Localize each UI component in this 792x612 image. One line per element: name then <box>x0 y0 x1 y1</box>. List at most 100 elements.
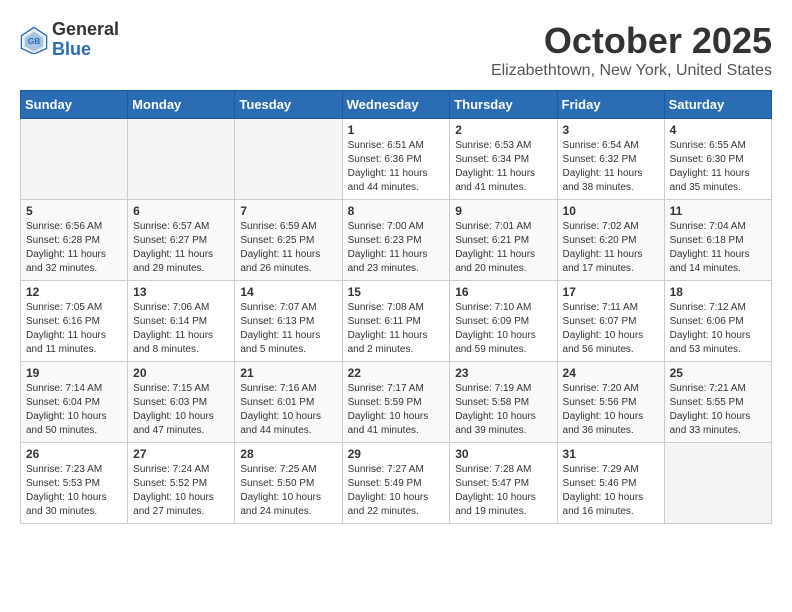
day-info: Sunrise: 7:23 AM Sunset: 5:53 PM Dayligh… <box>26 463 122 519</box>
calendar-cell: 11 Sunrise: 7:04 AM Sunset: 6:18 PM Dayli… <box>664 200 771 281</box>
day-number: 22 <box>348 366 445 380</box>
calendar-cell <box>664 443 771 524</box>
day-number: 11 <box>670 204 766 218</box>
day-info: Sunrise: 7:06 AM Sunset: 6:14 PM Dayligh… <box>133 301 229 357</box>
day-number: 13 <box>133 285 229 299</box>
calendar-cell <box>21 119 128 200</box>
day-number: 7 <box>240 204 336 218</box>
calendar-cell: 25Sunrise: 7:21 AM Sunset: 5:55 PM Dayli… <box>664 362 771 443</box>
day-number: 27 <box>133 447 229 461</box>
day-number: 10 <box>563 204 659 218</box>
day-info: Sunrise: 7:00 AM Sunset: 6:23 PM Dayligh… <box>348 220 445 276</box>
day-info: Sunrise: 7:05 AM Sunset: 6:16 PM Dayligh… <box>26 301 122 357</box>
day-number: 26 <box>26 447 122 461</box>
day-number: 24 <box>563 366 659 380</box>
day-number: 29 <box>348 447 445 461</box>
calendar-cell: 13 Sunrise: 7:06 AM Sunset: 6:14 PM Dayli… <box>128 281 235 362</box>
day-info: Sunrise: 7:01 AM Sunset: 6:21 PM Dayligh… <box>455 220 551 276</box>
day-header-wednesday: Wednesday <box>342 91 450 119</box>
day-info: Sunrise: 7:20 AM Sunset: 5:56 PM Dayligh… <box>563 382 659 438</box>
day-info: Sunrise: 6:54 AM Sunset: 6:32 PM Dayligh… <box>563 139 659 195</box>
calendar-cell: 1Sunrise: 6:51 AM Sunset: 6:36 PM Daylig… <box>342 119 450 200</box>
logo-blue: Blue <box>52 40 119 60</box>
calendar-cell: 28Sunrise: 7:25 AM Sunset: 5:50 PM Dayli… <box>235 443 342 524</box>
calendar-cell: 2 Sunrise: 6:53 AM Sunset: 6:34 PM Daylig… <box>450 119 557 200</box>
calendar-week-row: 1Sunrise: 6:51 AM Sunset: 6:36 PM Daylig… <box>21 119 772 200</box>
calendar-cell: 19 Sunrise: 7:14 AM Sunset: 6:04 PM Dayli… <box>21 362 128 443</box>
day-info: Sunrise: 7:15 AM Sunset: 6:03 PM Dayligh… <box>133 382 229 438</box>
calendar-cell: 8 Sunrise: 7:00 AM Sunset: 6:23 PM Daylig… <box>342 200 450 281</box>
calendar-cell: 29Sunrise: 7:27 AM Sunset: 5:49 PM Dayli… <box>342 443 450 524</box>
logo-icon: GB <box>20 26 48 54</box>
day-number: 23 <box>455 366 551 380</box>
calendar-cell: 10 Sunrise: 7:02 AM Sunset: 6:20 PM Dayli… <box>557 200 664 281</box>
day-info: Sunrise: 7:16 AM Sunset: 6:01 PM Dayligh… <box>240 382 336 438</box>
day-number: 31 <box>563 447 659 461</box>
day-number: 14 <box>240 285 336 299</box>
calendar-cell: 20Sunrise: 7:15 AM Sunset: 6:03 PM Dayli… <box>128 362 235 443</box>
calendar-cell: 17 Sunrise: 7:11 AM Sunset: 6:07 PM Dayli… <box>557 281 664 362</box>
day-info: Sunrise: 7:28 AM Sunset: 5:47 PM Dayligh… <box>455 463 551 519</box>
calendar-cell: 12 Sunrise: 7:05 AM Sunset: 6:16 PM Dayli… <box>21 281 128 362</box>
calendar-cell: 9Sunrise: 7:01 AM Sunset: 6:21 PM Daylig… <box>450 200 557 281</box>
calendar-cell: 21 Sunrise: 7:16 AM Sunset: 6:01 PM Dayli… <box>235 362 342 443</box>
day-header-monday: Monday <box>128 91 235 119</box>
day-info: Sunrise: 7:07 AM Sunset: 6:13 PM Dayligh… <box>240 301 336 357</box>
day-info: Sunrise: 6:53 AM Sunset: 6:34 PM Dayligh… <box>455 139 551 195</box>
day-number: 5 <box>26 204 122 218</box>
day-number: 17 <box>563 285 659 299</box>
day-number: 30 <box>455 447 551 461</box>
calendar-week-row: 26 Sunrise: 7:23 AM Sunset: 5:53 PM Dayli… <box>21 443 772 524</box>
day-info: Sunrise: 6:57 AM Sunset: 6:27 PM Dayligh… <box>133 220 229 276</box>
day-info: Sunrise: 6:55 AM Sunset: 6:30 PM Dayligh… <box>670 139 766 195</box>
day-info: Sunrise: 7:04 AM Sunset: 6:18 PM Dayligh… <box>670 220 766 276</box>
calendar-cell: 26 Sunrise: 7:23 AM Sunset: 5:53 PM Dayli… <box>21 443 128 524</box>
calendar-week-row: 12 Sunrise: 7:05 AM Sunset: 6:16 PM Dayli… <box>21 281 772 362</box>
day-info: Sunrise: 7:02 AM Sunset: 6:20 PM Dayligh… <box>563 220 659 276</box>
day-info: Sunrise: 7:29 AM Sunset: 5:46 PM Dayligh… <box>563 463 659 519</box>
day-number: 21 <box>240 366 336 380</box>
logo-general: General <box>52 20 119 40</box>
calendar-header-row: SundayMondayTuesdayWednesdayThursdayFrid… <box>21 91 772 119</box>
calendar-cell: 5 Sunrise: 6:56 AM Sunset: 6:28 PM Daylig… <box>21 200 128 281</box>
day-number: 25 <box>670 366 766 380</box>
day-number: 1 <box>348 123 445 137</box>
calendar-cell: 24 Sunrise: 7:20 AM Sunset: 5:56 PM Dayli… <box>557 362 664 443</box>
calendar-cell: 6Sunrise: 6:57 AM Sunset: 6:27 PM Daylig… <box>128 200 235 281</box>
day-info: Sunrise: 7:14 AM Sunset: 6:04 PM Dayligh… <box>26 382 122 438</box>
day-number: 28 <box>240 447 336 461</box>
day-info: Sunrise: 7:10 AM Sunset: 6:09 PM Dayligh… <box>455 301 551 357</box>
day-number: 3 <box>563 123 659 137</box>
day-number: 12 <box>26 285 122 299</box>
day-header-saturday: Saturday <box>664 91 771 119</box>
day-number: 19 <box>26 366 122 380</box>
day-info: Sunrise: 7:11 AM Sunset: 6:07 PM Dayligh… <box>563 301 659 357</box>
day-header-tuesday: Tuesday <box>235 91 342 119</box>
page-header: GB General Blue October 2025 Elizabethto… <box>20 20 772 80</box>
calendar-week-row: 5 Sunrise: 6:56 AM Sunset: 6:28 PM Daylig… <box>21 200 772 281</box>
day-header-thursday: Thursday <box>450 91 557 119</box>
day-number: 8 <box>348 204 445 218</box>
calendar-cell <box>128 119 235 200</box>
calendar-cell: 31 Sunrise: 7:29 AM Sunset: 5:46 PM Dayli… <box>557 443 664 524</box>
calendar-cell: 22 Sunrise: 7:17 AM Sunset: 5:59 PM Dayli… <box>342 362 450 443</box>
calendar-cell: 15Sunrise: 7:08 AM Sunset: 6:11 PM Dayli… <box>342 281 450 362</box>
calendar-cell: 30 Sunrise: 7:28 AM Sunset: 5:47 PM Dayli… <box>450 443 557 524</box>
calendar-cell: 27 Sunrise: 7:24 AM Sunset: 5:52 PM Dayli… <box>128 443 235 524</box>
calendar-cell: 3 Sunrise: 6:54 AM Sunset: 6:32 PM Daylig… <box>557 119 664 200</box>
day-info: Sunrise: 7:24 AM Sunset: 5:52 PM Dayligh… <box>133 463 229 519</box>
day-number: 16 <box>455 285 551 299</box>
location: Elizabethtown, New York, United States <box>491 62 772 80</box>
day-info: Sunrise: 7:17 AM Sunset: 5:59 PM Dayligh… <box>348 382 445 438</box>
calendar-week-row: 19 Sunrise: 7:14 AM Sunset: 6:04 PM Dayli… <box>21 362 772 443</box>
day-number: 2 <box>455 123 551 137</box>
day-info: Sunrise: 6:59 AM Sunset: 6:25 PM Dayligh… <box>240 220 336 276</box>
calendar-cell: 14 Sunrise: 7:07 AM Sunset: 6:13 PM Dayli… <box>235 281 342 362</box>
day-info: Sunrise: 6:56 AM Sunset: 6:28 PM Dayligh… <box>26 220 122 276</box>
calendar-cell: 4Sunrise: 6:55 AM Sunset: 6:30 PM Daylig… <box>664 119 771 200</box>
day-number: 18 <box>670 285 766 299</box>
day-info: Sunrise: 7:08 AM Sunset: 6:11 PM Dayligh… <box>348 301 445 357</box>
calendar-cell: 7 Sunrise: 6:59 AM Sunset: 6:25 PM Daylig… <box>235 200 342 281</box>
day-info: Sunrise: 7:12 AM Sunset: 6:06 PM Dayligh… <box>670 301 766 357</box>
logo-text: General Blue <box>52 20 119 60</box>
